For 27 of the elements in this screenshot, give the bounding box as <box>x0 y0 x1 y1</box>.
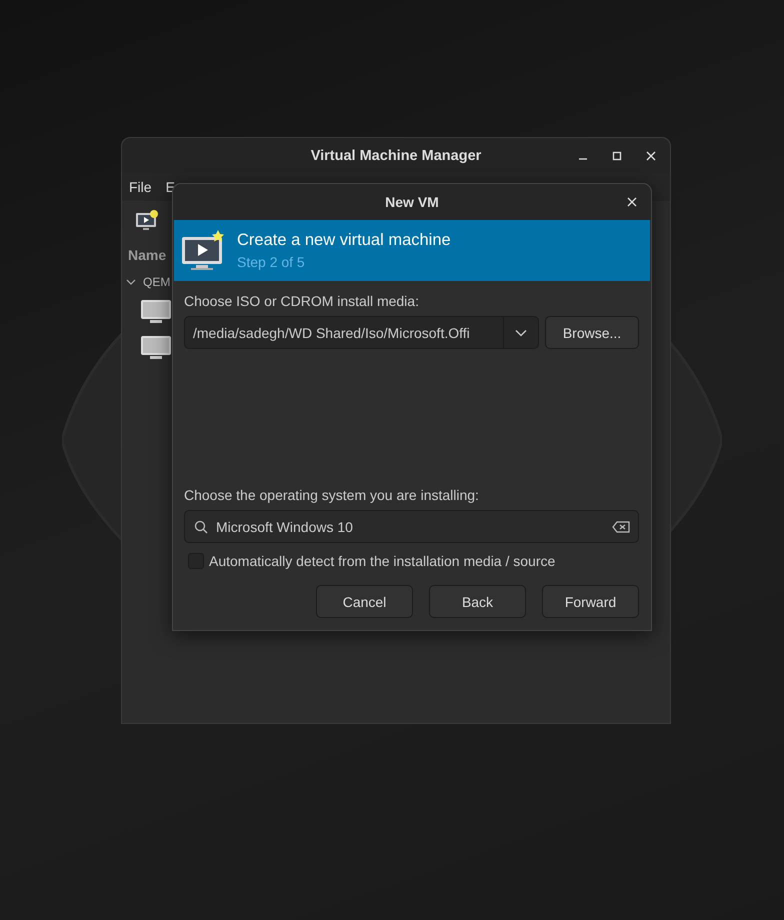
maximize-icon[interactable] <box>612 151 622 161</box>
group-row[interactable]: QEM <box>126 275 170 289</box>
field-label: Choose ISO or CDROM install media: <box>184 293 419 309</box>
chevron-icon <box>126 277 136 287</box>
menu-item[interactable]: File <box>129 179 152 195</box>
new-vm-icon[interactable] <box>135 209 159 233</box>
banner-title: Create a new virtual machine <box>237 231 451 250</box>
dialog-button[interactable]: Cancel <box>316 585 413 618</box>
dialog-button[interactable]: Back <box>429 585 526 618</box>
close-icon[interactable] <box>627 197 637 207</box>
dialog-title: New VM <box>385 194 439 210</box>
monitor-icon[interactable] <box>140 299 172 325</box>
dropdown-icon[interactable] <box>515 328 527 336</box>
step-indicator: Step 2 of 5 <box>237 254 306 270</box>
install-media-combo[interactable]: /media/sadegh/WD Shared/Iso/Microsoft.Offi <box>184 316 539 349</box>
browse-button[interactable]: Browse... <box>545 316 639 349</box>
dialog-button[interactable]: Forward <box>542 585 639 618</box>
search-field[interactable]: Microsoft Windows 10 <box>184 510 639 543</box>
window-title: Virtual Machine Manager <box>310 148 482 164</box>
clear-icon[interactable] <box>612 520 630 532</box>
column-header[interactable]: Name <box>128 247 166 263</box>
close-icon[interactable] <box>646 151 656 161</box>
checkbox-label[interactable]: Automatically detect from the installation media / source <box>209 553 556 569</box>
field-label: Choose the operating system you are installing: <box>184 487 479 503</box>
search-icon <box>194 520 208 534</box>
monitor-icon[interactable] <box>140 335 172 361</box>
monitor-play-icon <box>181 228 227 272</box>
